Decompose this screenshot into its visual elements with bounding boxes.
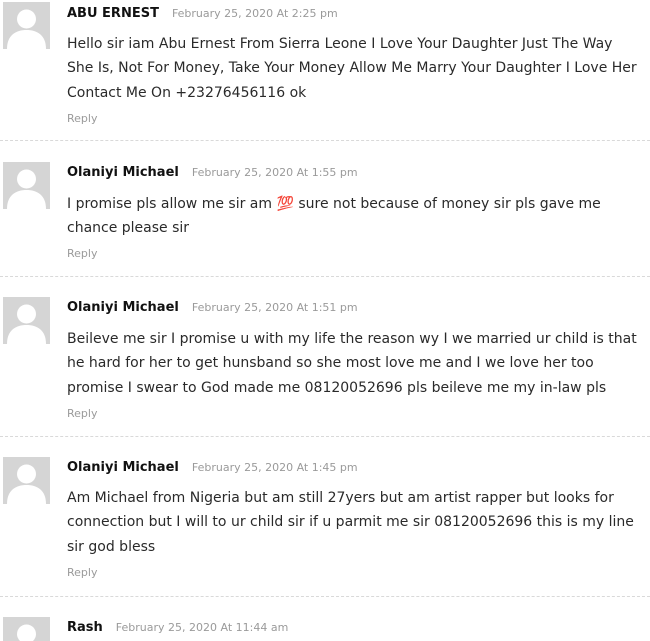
comment-meta: Olaniyi Michael February 25, 2020 At 1:5… (67, 165, 358, 187)
comment-text: I promise pls allow me sir am 💯 sure not… (67, 192, 650, 241)
comment-meta: ABU ERNEST February 25, 2020 At 2:25 pm (67, 6, 338, 28)
comment-text-line: connection but I will to ur child sir if… (67, 514, 634, 531)
comment-text-line: sir god bless (67, 538, 156, 555)
avatar-icon (3, 297, 50, 344)
avatar-icon (3, 457, 50, 504)
comment-text: Hello sir iam Abu Ernest From Sierra Leo… (67, 32, 650, 105)
comment-text-line: Contact Me On +23276456116 ok (67, 84, 307, 101)
comment-text-line: She Is, Not For Money, Take Your Money A… (67, 60, 637, 77)
comment-date[interactable]: February 25, 2020 At 1:55 pm (192, 166, 358, 179)
comment-author[interactable]: Olaniyi Michael (67, 460, 179, 475)
comment-date[interactable]: February 25, 2020 At 1:45 pm (192, 461, 358, 474)
comment-text-line: chance please sir (67, 220, 190, 237)
comment-author[interactable]: Olaniyi Michael (67, 300, 179, 315)
comment-meta: Olaniyi Michael February 25, 2020 At 1:5… (67, 300, 358, 322)
comment-meta: Rash February 25, 2020 At 11:44 am (67, 620, 288, 641)
comment-author[interactable]: Rash (67, 620, 103, 635)
comment-date[interactable]: February 25, 2020 At 11:44 am (116, 621, 289, 634)
comment-text-line: he hard for her to get hunsband so she m… (67, 355, 594, 372)
comment-text-line: I promise pls allow me sir am 💯 sure not… (67, 196, 601, 212)
avatar-icon (3, 162, 50, 209)
comment: Olaniyi Michael February 25, 2020 At 1:5… (0, 277, 650, 437)
comment-text: Beileve me sir I promise u with my life … (67, 327, 650, 400)
comment: ABU ERNEST February 25, 2020 At 2:25 pm … (0, 0, 650, 141)
comment-author[interactable]: ABU ERNEST (67, 6, 159, 21)
comment-text-line: Am Michael from Nigeria but am still 27y… (67, 490, 614, 506)
comment-date[interactable]: February 25, 2020 At 1:51 pm (192, 301, 358, 314)
avatar-icon (3, 2, 50, 49)
comment-text-line: promise I swear to God made me 081200526… (67, 379, 607, 396)
comment-text: Am Michael from Nigeria but am still 27y… (67, 486, 650, 559)
comment-list: ABU ERNEST February 25, 2020 At 2:25 pm … (0, 0, 650, 641)
reply-link[interactable]: Reply (67, 247, 97, 260)
reply-link[interactable]: Reply (67, 112, 97, 125)
comment-author[interactable]: Olaniyi Michael (67, 165, 179, 180)
comment-text-line: Beileve me sir I promise u with my life … (67, 331, 637, 347)
comment-date[interactable]: February 25, 2020 At 2:25 pm (172, 7, 338, 20)
comment-meta: Olaniyi Michael February 25, 2020 At 1:4… (67, 460, 358, 482)
avatar-icon (3, 617, 50, 641)
comment: Rash February 25, 2020 At 11:44 am (0, 597, 650, 641)
comment-text-line: Hello sir iam Abu Ernest From Sierra Leo… (67, 36, 613, 52)
comment: Olaniyi Michael February 25, 2020 At 1:5… (0, 141, 650, 277)
reply-link[interactable]: Reply (67, 407, 97, 420)
reply-link[interactable]: Reply (67, 566, 97, 579)
comment: Olaniyi Michael February 25, 2020 At 1:4… (0, 437, 650, 597)
